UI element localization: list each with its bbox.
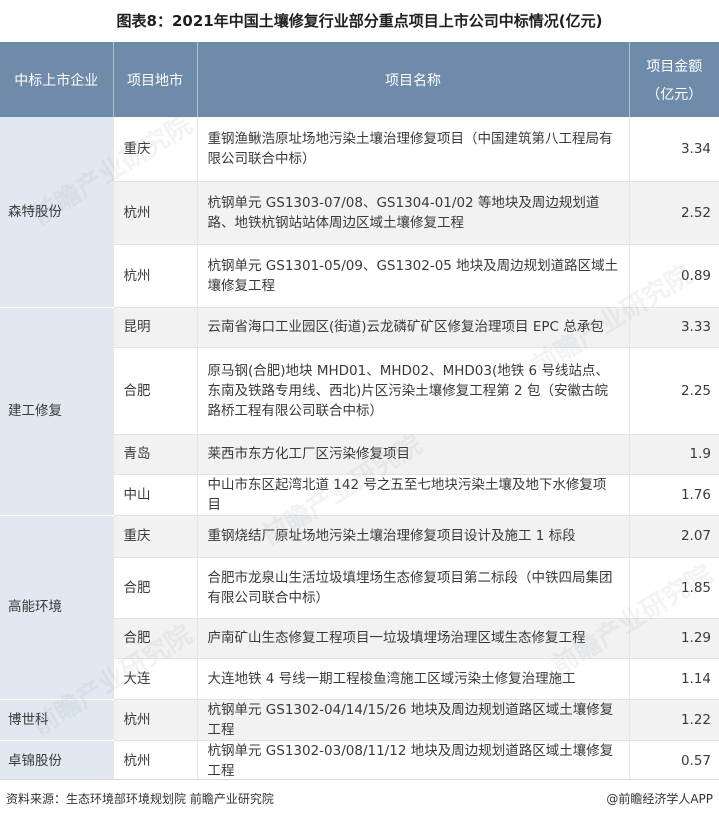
project-name-cell: 中山市东区起湾北道 142 号之五至七地块污染土壤及地下水修复项目	[196, 474, 629, 516]
table-row: 博世科 杭州 杭钢单元 GS1302-04/14/15/26 地块及周边规划道路区域…	[0, 699, 719, 741]
amount-cell: 2.07	[628, 515, 719, 558]
city-cell: 合肥	[112, 618, 197, 659]
project-name-cell: 重钢渔鳅浩原址场地污染土壤治理修复项目（中国建筑第八工程局有限公司联合中标）	[196, 117, 629, 182]
amount-cell: 1.14	[628, 658, 719, 700]
company-cell: 卓锦股份	[0, 740, 113, 779]
amount-cell: 1.76	[628, 474, 719, 516]
company-cell: 高能环境	[0, 515, 113, 700]
amount-cell: 3.34	[628, 117, 719, 182]
city-cell: 合肥	[112, 557, 197, 619]
amount-cell: 1.9	[628, 434, 719, 475]
amount-cell: 3.33	[628, 307, 719, 348]
amount-cell: 2.25	[628, 347, 719, 435]
project-name-cell: 杭钢单元 GS1301-05/09、GS1302-05 地块及周边规划道路区域土…	[196, 244, 629, 308]
header-company: 中标上市企业	[0, 42, 114, 117]
header-project-label: 项目名称	[385, 72, 441, 89]
table-row: 建工修复 昆明 云南省海口工业园区(街道)云龙磷矿矿区修复治理项目 EPC 总承包 3…	[0, 307, 719, 516]
city-cell: 杭州	[112, 699, 197, 741]
city-cell: 重庆	[112, 515, 197, 558]
project-name-cell: 云南省海口工业园区(街道)云龙磷矿矿区修复治理项目 EPC 总承包	[196, 307, 629, 348]
project-name-cell: 原马钢(合肥)地块 MHD01、MHD02、MHD03(地铁 6 号线站点、东南…	[196, 347, 629, 435]
company-cell: 森特股份	[0, 117, 113, 308]
table-header: 中标上市企业 项目地市 项目名称 项目金额 （亿元）	[0, 42, 719, 117]
amount-cell: 1.22	[628, 699, 719, 741]
header-row: 中标上市企业 项目地市 项目名称 项目金额 （亿元）	[0, 42, 719, 117]
project-name-cell: 杭钢单元 GS1302-04/14/15/26 地块及周边规划道路区域土壤修复工…	[196, 699, 629, 741]
table-container: 中标上市企业 项目地市 项目名称 项目金额 （亿元） 森特股份 重庆 重钢渔鳅浩原址…	[0, 42, 719, 779]
header-amount: 项目金额 （亿元）	[629, 42, 719, 117]
city-cell: 合肥	[112, 347, 197, 435]
header-amount-unit: （亿元）	[646, 86, 703, 103]
amount-cell: 0.89	[628, 244, 719, 308]
table-row: 高能环境 重庆 重钢烧结厂原址场地污染土壤治理修复项目设计及施工 1 标段 2.07	[0, 515, 719, 700]
project-name-cell: 重钢烧结厂原址场地污染土壤治理修复项目设计及施工 1 标段	[196, 515, 629, 558]
header-project: 项目名称	[197, 42, 630, 117]
project-name-cell: 庐南矿山生态修复工程项目一垃圾填埋场治理区域生态修复工程	[196, 618, 629, 659]
city-cell: 中山	[112, 474, 197, 516]
city-cell: 杭州	[112, 181, 197, 245]
figure-title: 图表8：2021年中国土壤修复行业部分重点项目上市公司中标情况(亿元)	[116, 12, 603, 30]
city-cell: 昆明	[112, 307, 197, 348]
project-name-cell: 合肥市龙泉山生活垃圾填埋场生态修复项目第二标段（中铁四局集团有限公司联合中标）	[196, 557, 629, 619]
project-name-cell: 杭钢单元 GS1303-07/08、GS1304-01/02 等地块及周边规划道…	[196, 181, 629, 245]
project-name-cell: 大连地铁 4 号线一期工程梭鱼湾施工区域污染土修复治理施工	[196, 658, 629, 700]
city-cell: 杭州	[112, 740, 197, 779]
table-row: 卓锦股份 杭州 杭钢单元 GS1302-03/08/11/12 地块及周边规划道路区…	[0, 740, 719, 779]
header-city: 项目地市	[113, 42, 198, 117]
brand-credit: @前瞻经济学人APP	[606, 792, 713, 806]
city-cell: 杭州	[112, 244, 197, 308]
city-cell: 青岛	[112, 434, 197, 475]
header-company-label: 中标上市企业	[14, 72, 99, 89]
city-cell: 大连	[112, 658, 197, 700]
company-cell: 建工修复	[0, 307, 113, 516]
source-note: 资料来源：生态环境部环境规划院 前瞻产业研究院	[6, 792, 274, 806]
bid-table: 中标上市企业 项目地市 项目名称 项目金额 （亿元） 森特股份 重庆 重钢渔鳅浩原址…	[0, 42, 719, 779]
table-row: 森特股份 重庆 重钢渔鳅浩原址场地污染土壤治理修复项目（中国建筑第八工程局有限公司联…	[0, 117, 719, 308]
project-name-cell: 莱西市东方化工厂区污染修复项目	[196, 434, 629, 475]
amount-cell: 1.85	[628, 557, 719, 619]
amount-cell: 0.57	[628, 740, 719, 779]
table-body: 森特股份 重庆 重钢渔鳅浩原址场地污染土壤治理修复项目（中国建筑第八工程局有限公司联…	[0, 117, 719, 779]
city-cell: 重庆	[112, 117, 197, 182]
project-name-cell: 杭钢单元 GS1302-03/08/11/12 地块及周边规划道路区域土壤修复工…	[196, 740, 629, 779]
amount-cell: 1.29	[628, 618, 719, 659]
figure-page: 图表8：2021年中国土壤修复行业部分重点项目上市公司中标情况(亿元) 中标上市…	[0, 0, 719, 820]
header-amount-label: 项目金额	[646, 58, 703, 75]
header-city-label: 项目地市	[127, 72, 183, 89]
amount-cell: 2.52	[628, 181, 719, 245]
company-cell: 博世科	[0, 699, 113, 741]
footer: 资料来源：生态环境部环境规划院 前瞻产业研究院 @前瞻经济学人APP	[0, 779, 719, 820]
